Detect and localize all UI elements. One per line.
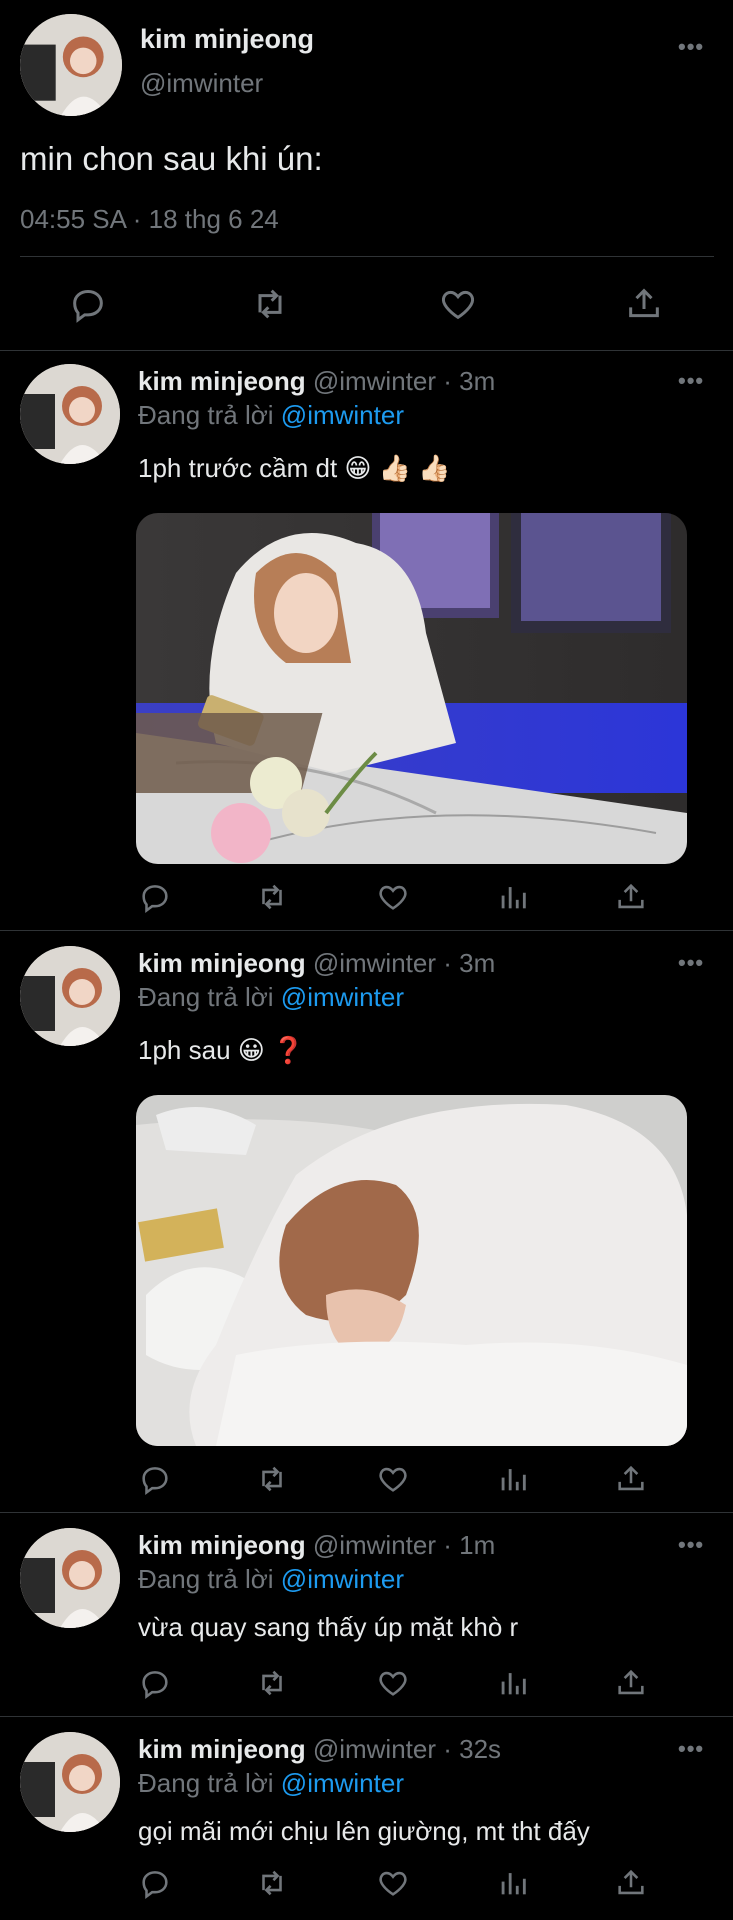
handle[interactable]: @imwinter	[313, 366, 436, 396]
analytics-icon[interactable]	[496, 1462, 530, 1496]
like-icon[interactable]	[376, 880, 410, 914]
reply-to-handle[interactable]: @imwinter	[281, 982, 404, 1012]
share-icon[interactable]	[624, 284, 664, 324]
share-icon[interactable]	[614, 1866, 648, 1900]
divider	[0, 930, 733, 931]
retweet-icon[interactable]	[255, 880, 289, 914]
reply-prefix: Đang trả lời	[138, 400, 274, 430]
retweet-icon[interactable]	[255, 1666, 289, 1700]
avatar-image	[20, 1732, 120, 1832]
avatar[interactable]	[20, 364, 120, 464]
reply-to-handle[interactable]: @imwinter	[281, 1768, 404, 1798]
retweet-icon[interactable]	[255, 1462, 289, 1496]
analytics-icon[interactable]	[496, 880, 530, 914]
reply-icon[interactable]	[68, 284, 108, 324]
more-options-icon[interactable]: •••	[678, 1532, 704, 1558]
display-name[interactable]: kim minjeong	[138, 1734, 306, 1764]
share-icon[interactable]	[614, 1666, 648, 1700]
separator: ·	[443, 366, 452, 396]
tweet-text: vừa quay sang thấy úp mặt khò r	[138, 1612, 519, 1642]
tweet-photo[interactable]	[136, 513, 687, 864]
avatar-image	[20, 14, 122, 116]
analytics-icon[interactable]	[496, 1866, 530, 1900]
more-options-icon[interactable]: •••	[678, 950, 704, 976]
like-icon[interactable]	[376, 1462, 410, 1496]
share-icon[interactable]	[614, 880, 648, 914]
separator: ·	[443, 948, 452, 978]
retweet-icon[interactable]	[250, 284, 290, 324]
handle[interactable]: @imwinter	[313, 948, 436, 978]
reply-prefix: Đang trả lời	[138, 982, 274, 1012]
tweet-header: kim minjeong @imwinter · 32s	[138, 1734, 501, 1765]
tweet-text: gọi mãi mới chịu lên giường, mt tht đấy	[138, 1816, 590, 1846]
relative-time[interactable]: 3m	[459, 366, 495, 396]
more-options-icon[interactable]: •••	[678, 368, 704, 394]
display-name[interactable]: kim minjeong	[138, 366, 306, 396]
photo-image	[136, 1095, 687, 1446]
relative-time[interactable]: 1m	[459, 1530, 495, 1560]
reply-icon[interactable]	[138, 1666, 172, 1700]
separator: ·	[443, 1734, 452, 1764]
like-icon[interactable]	[438, 284, 478, 324]
reply-prefix: Đang trả lời	[138, 1768, 274, 1798]
analytics-icon[interactable]	[496, 1666, 530, 1700]
handle[interactable]: @imwinter	[140, 68, 263, 99]
reply-context: Đang trả lời @imwinter	[138, 1768, 404, 1799]
reply-context: Đang trả lời @imwinter	[138, 982, 404, 1013]
tweet-header: kim minjeong @imwinter · 3m	[138, 948, 495, 979]
photo-image	[136, 513, 687, 864]
tweet-header: kim minjeong @imwinter · 1m	[138, 1530, 495, 1561]
avatar[interactable]	[20, 1528, 120, 1628]
separator: ·	[443, 1530, 452, 1560]
divider	[0, 1512, 733, 1513]
divider	[20, 256, 714, 257]
reply-icon[interactable]	[138, 880, 172, 914]
avatar[interactable]	[20, 14, 122, 116]
avatar[interactable]	[20, 1732, 120, 1832]
avatar-image	[20, 364, 120, 464]
display-name[interactable]: kim minjeong	[138, 1530, 306, 1560]
tweet-header: kim minjeong @imwinter · 3m	[138, 366, 495, 397]
handle[interactable]: @imwinter	[313, 1530, 436, 1560]
display-name[interactable]: kim minjeong	[138, 948, 306, 978]
handle[interactable]: @imwinter	[313, 1734, 436, 1764]
relative-time[interactable]: 32s	[459, 1734, 501, 1764]
tweet-photo[interactable]	[136, 1095, 687, 1446]
avatar[interactable]	[20, 946, 120, 1046]
reply-to-handle[interactable]: @imwinter	[281, 1564, 404, 1594]
divider	[0, 350, 733, 351]
tweet-text: 1ph trước cầm dt 😁 👍🏻 👍🏻	[138, 453, 451, 483]
more-options-icon[interactable]: •••	[678, 34, 704, 60]
divider	[0, 1716, 733, 1717]
reply-icon[interactable]	[138, 1866, 172, 1900]
share-icon[interactable]	[614, 1462, 648, 1496]
timestamp[interactable]: 04:55 SA · 18 thg 6 24	[20, 204, 279, 235]
avatar-image	[20, 946, 120, 1046]
like-icon[interactable]	[376, 1866, 410, 1900]
reply-prefix: Đang trả lời	[138, 1564, 274, 1594]
reply-context: Đang trả lời @imwinter	[138, 400, 404, 431]
avatar-image	[20, 1528, 120, 1628]
reply-context: Đang trả lời @imwinter	[138, 1564, 404, 1595]
display-name[interactable]: kim minjeong	[140, 24, 314, 55]
more-options-icon[interactable]: •••	[678, 1736, 704, 1762]
reply-icon[interactable]	[138, 1462, 172, 1496]
relative-time[interactable]: 3m	[459, 948, 495, 978]
reply-to-handle[interactable]: @imwinter	[281, 400, 404, 430]
like-icon[interactable]	[376, 1666, 410, 1700]
tweet-text: min chon sau khi ún:	[20, 140, 323, 177]
tweet-text: 1ph sau 😀 ❓	[138, 1035, 305, 1065]
retweet-icon[interactable]	[255, 1866, 289, 1900]
